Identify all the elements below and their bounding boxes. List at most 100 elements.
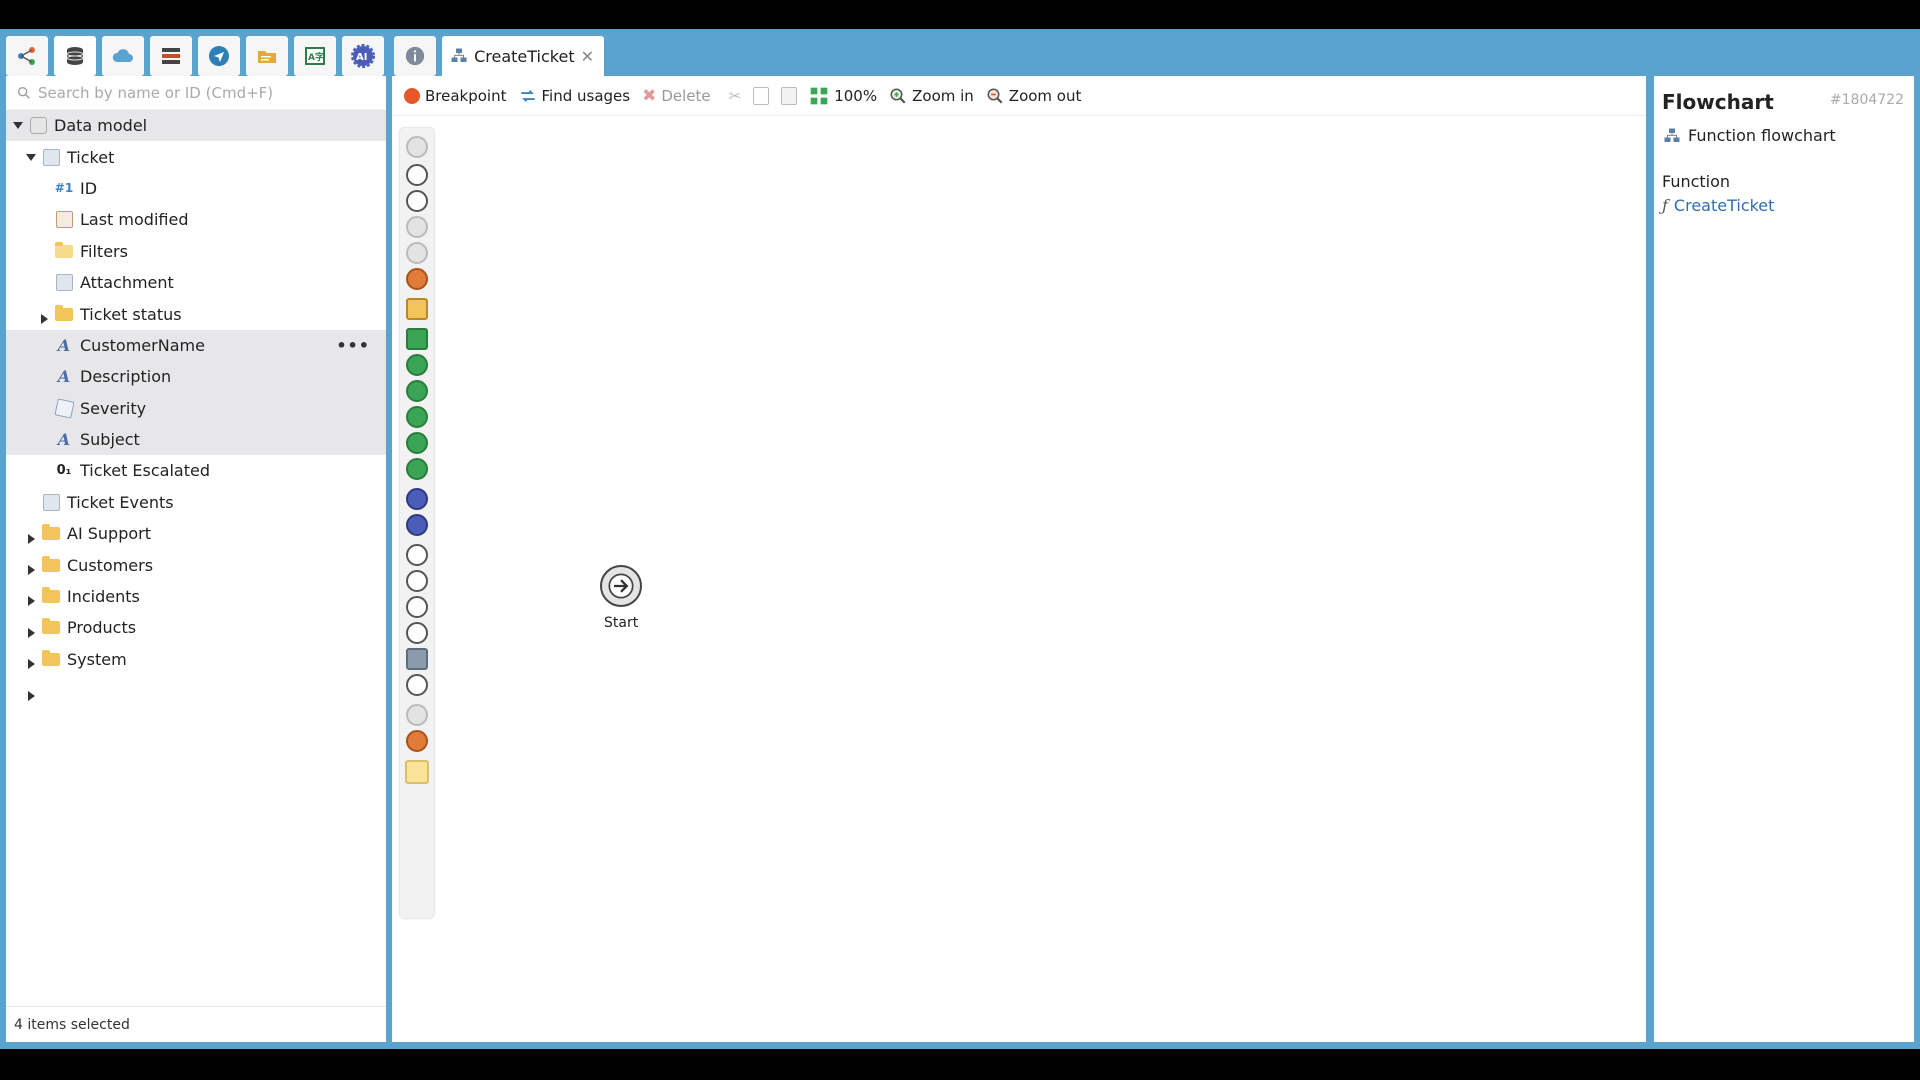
copy-tool-icon[interactable]	[406, 406, 428, 428]
tree-item[interactable]: Incidents	[6, 581, 386, 638]
tree-item[interactable]: A CustomerName •••	[6, 329, 386, 362]
user-tool-icon[interactable]	[406, 268, 428, 290]
tree-item[interactable]: Severity	[6, 392, 386, 424]
find-usages-icon	[520, 89, 535, 102]
start-node-label: Start	[604, 615, 639, 631]
ai-icon[interactable]: AI	[342, 36, 384, 76]
tree-item[interactable]: Customers	[6, 549, 386, 607]
tree-item-label: System	[67, 649, 127, 669]
alert-tool-icon[interactable]	[406, 730, 428, 752]
boolean-icon: 0₁	[56, 463, 72, 479]
more-options-icon[interactable]: •••	[336, 336, 370, 355]
info-icon[interactable]	[394, 36, 436, 76]
tree-item[interactable]: System	[6, 644, 386, 701]
tree-item-label: Severity	[80, 398, 147, 418]
find-usages-button[interactable]: Find usages	[519, 87, 630, 105]
loop-tool-icon[interactable]	[406, 380, 428, 402]
tab-createticket[interactable]: CreateTicket ✕	[442, 36, 604, 76]
svg-text:A字: A字	[308, 51, 324, 63]
database-icon[interactable]	[54, 36, 96, 76]
list-tool-icon[interactable]	[406, 354, 428, 376]
zoom-in-label: Zoom in	[912, 86, 974, 105]
server-icon[interactable]	[150, 36, 192, 76]
delete-icon: ✖	[642, 85, 657, 106]
tree-item[interactable]: Ticket	[6, 141, 386, 172]
create-tool-icon[interactable]	[406, 328, 428, 350]
element-id: #1804722	[1829, 92, 1904, 108]
search-input[interactable]: Search by name or ID (Cmd+F)	[38, 84, 273, 102]
zoom-fit-button[interactable]: 100%	[809, 86, 877, 106]
tree-item-label: Subject	[80, 430, 140, 450]
cloud-icon[interactable]	[102, 36, 144, 76]
send-icon[interactable]	[198, 36, 240, 76]
tree-item[interactable]: Filters	[6, 236, 386, 267]
editor-toolbar: Breakpoint Find usages ✖ Delete ✂ 100% Z…	[392, 76, 1646, 116]
tree-item[interactable]: A Description	[6, 361, 386, 393]
tree-item[interactable]: 0₁ Ticket Escalated	[6, 455, 386, 486]
translate-icon[interactable]: A字	[294, 36, 336, 76]
ai-tool-icon[interactable]	[406, 488, 428, 510]
arrow-right-icon	[608, 573, 634, 599]
tree-item[interactable]: Ticket Events	[6, 487, 386, 544]
tree-item-label: ID	[80, 178, 98, 198]
folder-icon	[42, 587, 60, 605]
back-tool-icon[interactable]	[406, 216, 428, 238]
tree-item-label: Last modified	[80, 210, 189, 230]
share-icon[interactable]	[6, 36, 48, 76]
tree-item[interactable]: AI Support	[6, 518, 386, 576]
zoom-out-label: Zoom out	[1008, 86, 1082, 105]
branch-tool-icon[interactable]	[406, 190, 428, 212]
question-tool-icon[interactable]	[406, 298, 428, 320]
tree-item[interactable]: Products	[6, 612, 386, 670]
tree-item-label: Customers	[67, 555, 154, 575]
agent-tool-icon[interactable]	[406, 514, 428, 536]
flowchart-icon	[1664, 128, 1680, 142]
tree-item[interactable]: Last modified	[6, 204, 386, 235]
folder-tool-icon[interactable]	[406, 648, 428, 670]
paste-icon	[781, 86, 798, 105]
tree-item[interactable]: Data model	[6, 110, 386, 142]
flowchart-canvas[interactable]: Start	[392, 116, 1646, 1042]
zoom-out-button[interactable]: Zoom out	[986, 86, 1082, 105]
cut-button[interactable]: ✂	[729, 87, 742, 105]
filter-icon	[55, 241, 73, 259]
tree-item[interactable]: #1 ID	[6, 173, 386, 204]
chevron-down-icon[interactable]	[26, 153, 36, 161]
paste-button[interactable]	[781, 86, 798, 105]
save-tool-icon[interactable]	[406, 432, 428, 454]
zoom-level: 100%	[834, 86, 878, 105]
event-tool-icon[interactable]	[406, 164, 428, 186]
delete-button[interactable]: ✖ Delete	[642, 86, 711, 106]
tree-item-label: Attachment	[80, 273, 174, 293]
web-tool-icon[interactable]	[406, 622, 428, 644]
scissors-icon: ✂	[728, 86, 742, 105]
tree-item-label: Description	[80, 367, 172, 387]
output-tool-icon[interactable]	[406, 570, 428, 592]
note-tool-icon[interactable]	[405, 760, 429, 784]
tree-item[interactable]: A Subject	[6, 423, 386, 456]
cloud-tool-icon[interactable]	[406, 596, 428, 618]
input-tool-icon[interactable]	[406, 544, 428, 566]
breakpoint-button[interactable]: Breakpoint	[404, 87, 507, 105]
tree-item[interactable]: Attachment	[6, 267, 386, 324]
print-tool-icon[interactable]	[406, 674, 428, 696]
delete-label: Delete	[661, 86, 711, 105]
erase-tool-icon[interactable]	[406, 458, 428, 480]
forward-tool-icon[interactable]	[406, 242, 428, 264]
chevron-down-icon[interactable]	[13, 122, 23, 130]
tree-item-label: CustomerName	[80, 335, 205, 355]
close-icon[interactable]: ✕	[581, 47, 594, 66]
zoom-in-button[interactable]: Zoom in	[889, 87, 974, 105]
copy-button[interactable]	[753, 86, 770, 105]
folder-icon[interactable]	[246, 36, 288, 76]
function-icon: ƒ	[1662, 196, 1668, 215]
search-bar[interactable]: Search by name or ID (Cmd+F)	[6, 76, 386, 110]
chevron-right-icon[interactable]	[28, 690, 35, 701]
start-node[interactable]	[600, 565, 642, 607]
info-tool-icon[interactable]	[406, 136, 428, 158]
tree-item[interactable]: Ticket status	[6, 298, 386, 356]
function-link[interactable]: ƒ CreateTicket	[1662, 196, 1774, 215]
help-tool-icon[interactable]	[406, 704, 428, 726]
id-icon: #1	[54, 181, 74, 196]
tree-item-label: Ticket	[67, 147, 115, 167]
